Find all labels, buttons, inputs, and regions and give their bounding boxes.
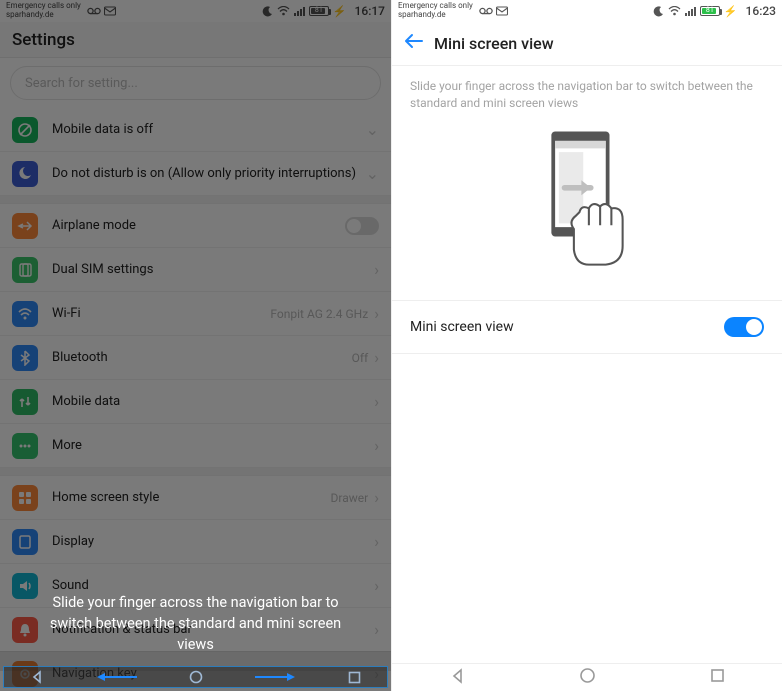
nav-bar-highlighted[interactable] [3,666,388,688]
chevron-right-icon: › [374,532,379,551]
back-button[interactable] [402,30,424,57]
signal-icon [685,6,696,16]
hint-toast: Slide your finger across the navigation … [0,592,391,655]
row-airplane[interactable]: Airplane mode [0,204,391,248]
wifi-value: Fonpit AG 2.4 GHz [270,307,368,321]
battery-icon: 81 [700,6,720,16]
chevron-down-icon: ⌄ [366,164,379,183]
nav-recent-icon[interactable] [348,671,361,684]
header-bar: Mini screen view [392,22,782,66]
wifi-icon [277,6,290,16]
arrow-right-icon [255,670,295,685]
dual-sim-icon [12,257,38,283]
mail-icon [104,6,116,16]
nav-recent-icon[interactable] [710,668,725,687]
mail-icon [496,6,508,16]
mini-screen-switch[interactable] [724,317,764,337]
mobile-data-icon [12,389,38,415]
page-title: Mini screen view [434,34,554,53]
chevron-right-icon: › [374,304,379,323]
nav-back-icon[interactable] [30,670,44,684]
right-phone-mini-screen: Emergency calls only sparhandy.de 81 ⚡ 1… [391,0,782,691]
voicemail-icon [87,6,101,16]
row-bluetooth[interactable]: Bluetooth Off › [0,336,391,380]
search-input[interactable]: Search for setting... [10,66,381,100]
battery-icon: 81 [309,6,329,16]
row-mobile-data[interactable]: Mobile data › [0,380,391,424]
mobile-data-off-icon [12,117,38,143]
chevron-right-icon: › [374,488,379,507]
clock: 16:23 [746,4,776,18]
row-more[interactable]: More › [0,424,391,468]
section-gap [0,196,391,204]
voicemail-icon [479,6,493,16]
bluetooth-icon [12,345,38,371]
description-text: Slide your finger across the navigation … [392,66,782,118]
toggle-label: Mini screen view [410,319,724,335]
nav-bar [392,663,782,691]
page-title: Settings [0,22,391,58]
row-dual-sim[interactable]: Dual SIM settings › [0,248,391,292]
moon-icon [653,6,664,17]
airplane-icon [12,213,38,239]
chevron-down-icon: ⌄ [366,120,379,139]
display-icon [12,529,38,555]
row-home-style[interactable]: Home screen style Drawer › [0,476,391,520]
arrow-left-icon [97,670,137,685]
more-icon [12,433,38,459]
signal-icon [294,6,305,16]
nav-back-icon[interactable] [449,668,465,688]
home-style-icon [12,485,38,511]
wifi-icon [12,301,38,327]
row-dnd[interactable]: Do not disturb is on (Allow only priorit… [0,152,391,196]
row-wifi[interactable]: Wi-Fi Fonpit AG 2.4 GHz › [0,292,391,336]
wifi-icon [668,6,681,16]
clock: 16:17 [355,4,385,18]
carrier-text-2: sparhandy.de [398,11,473,20]
left-phone-settings: Emergency calls only sparhandy.de 81 ⚡ 1… [0,0,391,691]
nav-home-icon[interactable] [579,667,596,688]
nav-home-icon[interactable] [189,670,203,684]
mini-screen-toggle-row[interactable]: Mini screen view [392,301,782,354]
chevron-right-icon: › [374,348,379,367]
home-style-value: Drawer [331,491,369,505]
chevron-right-icon: › [374,260,379,279]
status-bar: Emergency calls only sparhandy.de 81 ⚡ 1… [392,0,782,22]
search-placeholder: Search for setting... [25,76,138,91]
status-bar: Emergency calls only sparhandy.de 81 ⚡ 1… [0,0,391,22]
section-gap [0,468,391,476]
row-display[interactable]: Display › [0,520,391,564]
chevron-right-icon: › [374,392,379,411]
carrier-text-2: sparhandy.de [6,11,81,20]
bluetooth-value: Off [352,351,369,365]
airplane-toggle[interactable] [345,217,379,235]
dnd-icon [12,161,38,187]
gesture-illustration [392,118,782,301]
row-mobile-data-off[interactable]: Mobile data is off ⌄ [0,108,391,152]
chevron-right-icon: › [374,436,379,455]
moon-icon [262,6,273,17]
